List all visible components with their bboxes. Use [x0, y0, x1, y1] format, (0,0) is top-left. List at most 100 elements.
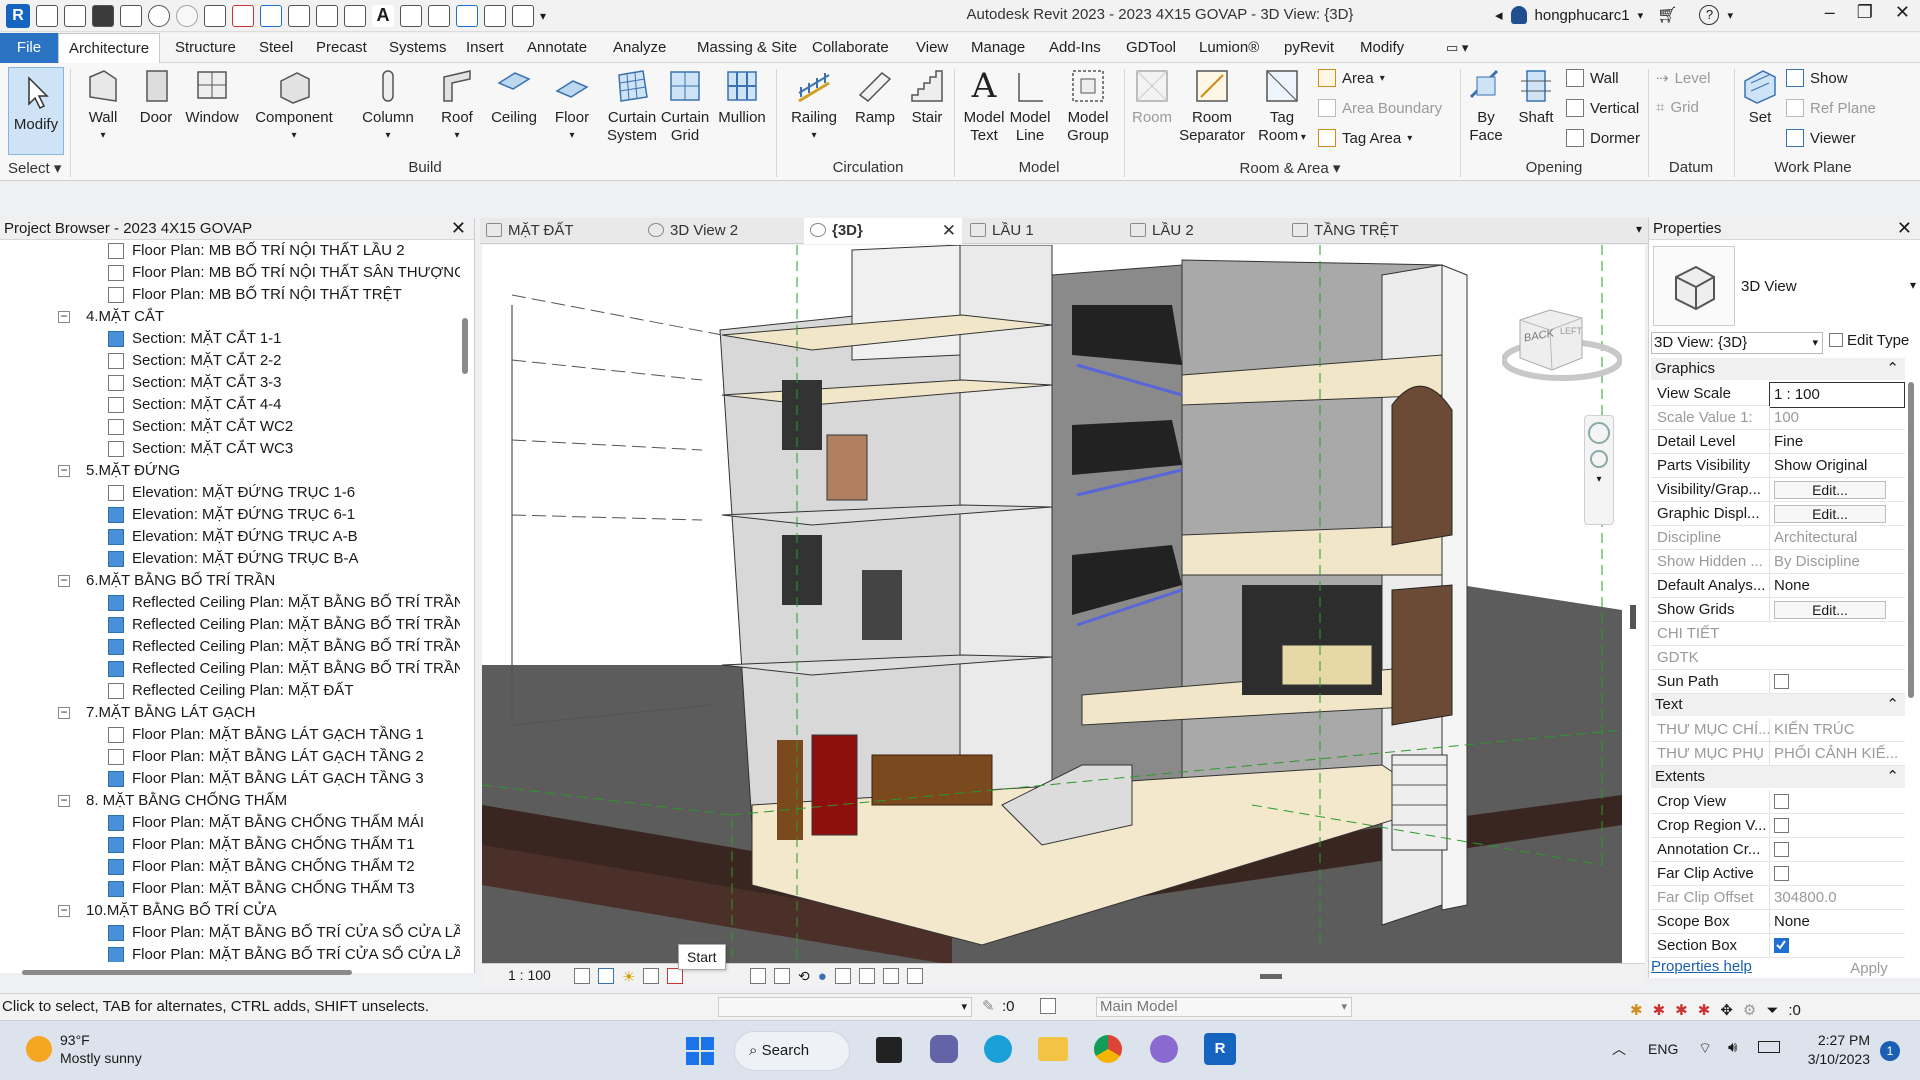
viewport-scrollbar[interactable]	[1630, 605, 1636, 629]
tab-manage[interactable]: Manage	[971, 33, 1025, 63]
property-checkbox[interactable]	[1774, 866, 1789, 881]
collapse-icon[interactable]: −	[58, 310, 70, 323]
file-explorer-icon[interactable]	[1038, 1037, 1068, 1061]
start-button[interactable]	[686, 1037, 714, 1065]
mullion-button[interactable]: Mullion	[712, 67, 772, 127]
show-button[interactable]: Show	[1786, 69, 1848, 87]
tab-gdtool[interactable]: GDTool	[1126, 33, 1176, 63]
tab-mat-dat[interactable]: MẶT ĐẤT	[480, 218, 640, 244]
tab-3d[interactable]: {3D} ✕	[804, 218, 962, 244]
reveal-hidden-icon[interactable]: ●	[818, 968, 827, 985]
shaft-button[interactable]: Shaft	[1512, 67, 1560, 127]
tab-view[interactable]: View	[916, 33, 948, 63]
property-value[interactable]: None	[1769, 910, 1905, 934]
room-button[interactable]: Room	[1130, 67, 1174, 127]
properties-vscrollbar[interactable]	[1908, 382, 1914, 698]
tab-add-ins[interactable]: Add-Ins	[1049, 33, 1101, 63]
properties-section-graphics[interactable]: Graphics ⌃	[1651, 358, 1905, 380]
curtain-system-button[interactable]: Curtain System	[604, 67, 660, 145]
opening-wall-button[interactable]: Wall	[1566, 69, 1619, 87]
dimension-icon[interactable]	[288, 5, 310, 27]
tab-systems[interactable]: Systems	[389, 33, 447, 63]
properties-section-text[interactable]: Text ⌃	[1651, 694, 1905, 716]
pdf-icon[interactable]	[232, 5, 254, 27]
chrome-icon[interactable]	[1094, 1035, 1122, 1063]
redo-icon[interactable]	[176, 5, 198, 27]
3d-viewport[interactable]: BACK LEFT ▾	[482, 245, 1645, 965]
notification-badge[interactable]: 1	[1880, 1041, 1900, 1061]
text-icon[interactable]: A	[372, 5, 394, 27]
component-button[interactable]: Component ▾	[252, 67, 336, 145]
edit-button[interactable]: Edit...	[1774, 601, 1886, 619]
property-checkbox[interactable]	[1774, 794, 1789, 809]
tab-lau-1[interactable]: LẦU 1	[964, 218, 1124, 244]
window-button[interactable]: Window	[182, 67, 242, 127]
home-icon[interactable]	[36, 5, 58, 27]
language-indicator[interactable]: ENG	[1648, 1041, 1678, 1057]
area-boundary-button[interactable]: Area Boundary	[1318, 99, 1442, 117]
tab-architecture[interactable]: Architecture	[58, 33, 161, 63]
visual-style-icon[interactable]	[598, 968, 614, 984]
app-icon[interactable]	[1150, 1035, 1178, 1063]
collapse-icon[interactable]: −	[58, 706, 70, 719]
browser-vscrollbar[interactable]	[462, 318, 468, 374]
design-options-icon[interactable]	[1040, 998, 1056, 1014]
column-button[interactable]: Column ▾	[358, 67, 418, 145]
tab-file[interactable]: File	[0, 33, 58, 63]
tab-menu-icon[interactable]: ▾	[1636, 222, 1642, 236]
restore-icon[interactable]: ❐	[1857, 2, 1873, 23]
temporary-hide-icon[interactable]: ⟲	[798, 968, 810, 985]
open-icon[interactable]	[64, 5, 86, 27]
zoom-icon[interactable]	[1590, 450, 1608, 468]
door-button[interactable]: Door	[134, 67, 178, 127]
undo-icon[interactable]	[148, 5, 170, 27]
tab-modify[interactable]: Modify	[1360, 33, 1404, 63]
close-icon[interactable]: ✕	[1895, 2, 1910, 23]
roof-button[interactable]: Roof ▾	[432, 67, 482, 145]
chevron-up-icon[interactable]: ︿	[1612, 1039, 1626, 1059]
ceiling-button[interactable]: Ceiling	[488, 67, 540, 127]
properties-section-extents[interactable]: Extents ⌃	[1651, 766, 1905, 788]
apply-button[interactable]: Apply	[1829, 960, 1909, 977]
ramp-button[interactable]: Ramp	[850, 67, 900, 127]
sync-icon[interactable]	[120, 5, 142, 27]
viewer-button[interactable]: Viewer	[1786, 129, 1856, 147]
railing-button[interactable]: Railing ▾	[786, 67, 842, 145]
collapse-icon[interactable]: ⌃	[1886, 766, 1899, 788]
chevron-down-icon[interactable]: ▾	[1585, 474, 1613, 485]
battery-icon[interactable]	[1758, 1041, 1780, 1053]
measure-icon[interactable]	[260, 5, 282, 27]
design-option-dropdown[interactable]: Main Model ▾	[1096, 997, 1352, 1017]
chevron-down-icon[interactable]: ▾	[1727, 9, 1733, 22]
curtain-grid-button[interactable]: Curtain Grid	[660, 67, 710, 145]
close-tab-icon[interactable]: ✕	[942, 218, 956, 244]
minimize-icon[interactable]: –	[1825, 2, 1835, 23]
instance-selector[interactable]: 3D View: {3D} ▾	[1651, 332, 1823, 354]
building-model-render[interactable]	[482, 245, 1645, 965]
close-icon[interactable]: ✕	[1897, 218, 1912, 238]
editable-only-icon[interactable]: ✎	[982, 994, 995, 1020]
stair-button[interactable]: Stair	[904, 67, 950, 127]
close-hidden-icon[interactable]	[484, 5, 506, 27]
save-icon[interactable]	[92, 5, 114, 27]
analytical-icon[interactable]	[858, 968, 875, 984]
model-text-button[interactable]: A Model Text	[960, 67, 1008, 145]
cart-icon[interactable]: 🛒︎	[1657, 5, 1677, 25]
tab-collaborate[interactable]: Collaborate	[812, 33, 889, 63]
weather-widget[interactable]: 93°F Mostly sunny	[26, 1031, 142, 1067]
section-icon[interactable]	[428, 5, 450, 27]
nav-icon[interactable]: ◂	[1495, 6, 1503, 24]
chevron-down-icon[interactable]: ▾	[1638, 9, 1644, 22]
collapse-icon[interactable]: ⌃	[1886, 694, 1899, 716]
tab-analyze[interactable]: Analyze	[613, 33, 666, 63]
model-group-button[interactable]: Model Group	[1058, 67, 1118, 145]
steering-wheel-icon[interactable]	[1588, 422, 1610, 444]
tab-pyrevit[interactable]: pyRevit	[1284, 33, 1334, 63]
property-checkbox[interactable]	[1774, 674, 1789, 689]
vertical-button[interactable]: Vertical	[1566, 99, 1639, 117]
worksharing-icon[interactable]	[834, 968, 851, 984]
collapse-icon[interactable]: −	[58, 904, 70, 917]
lock-view-icon[interactable]	[774, 968, 790, 984]
panel-toggle-icon[interactable]: ▭ ▾	[1446, 33, 1468, 63]
room-separator-button[interactable]: Room Separator	[1176, 67, 1248, 145]
